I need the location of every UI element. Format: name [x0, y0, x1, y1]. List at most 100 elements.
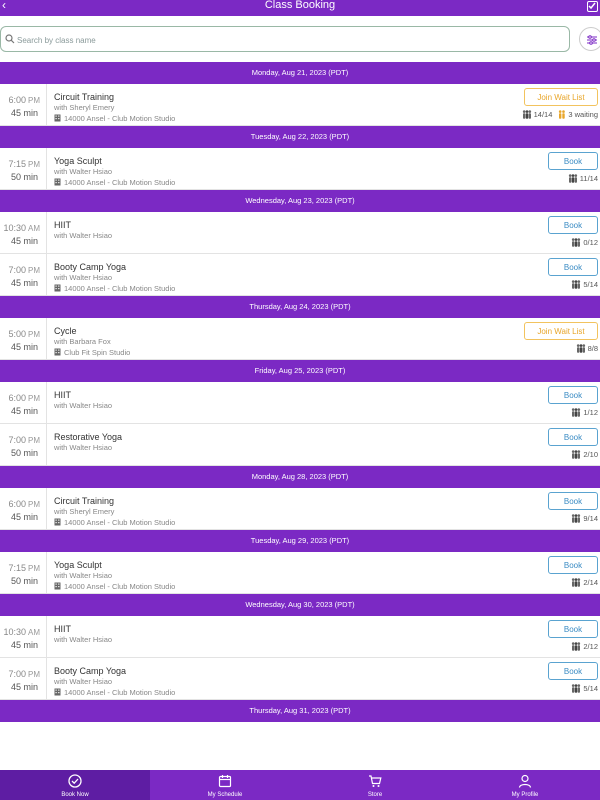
building-icon — [54, 582, 64, 591]
class-instructor: with Walter Hsiao — [54, 273, 113, 282]
class-location: 14000 Ansel - Club Motion Studio — [54, 283, 354, 294]
time-value: 7:15 — [8, 159, 26, 169]
location-text: 14000 Ansel - Club Motion Studio — [64, 518, 176, 527]
class-name[interactable]: HIIT — [54, 623, 354, 635]
time-ampm: AM — [28, 628, 40, 637]
class-time: 6:00 PM — [8, 393, 40, 403]
class-location: 14000 Ansel - Club Motion Studio — [54, 517, 354, 528]
capacity-count: 5/14 — [583, 684, 598, 693]
class-instructor: with Walter Hsiao — [54, 571, 113, 580]
join-waitlist-button[interactable]: Join Wait List — [524, 88, 598, 106]
class-duration: 45 min — [10, 108, 38, 118]
tab-store[interactable]: Store — [300, 770, 450, 800]
waiting-count: 3 waiting — [568, 110, 598, 119]
class-row[interactable]: 7:15 PM 50 min Yoga Sculpt with Walter Hsiao… — [0, 552, 600, 594]
class-info: Circuit Training with Sheryl Emery 14000 A… — [54, 495, 354, 528]
class-name[interactable]: Booty Camp Yoga — [54, 665, 354, 677]
class-location: Club Fit Spin Studio — [54, 347, 354, 358]
class-row[interactable]: 6:00 PM 45 min HIIT with Walter Hsiao Book 1/1… — [0, 382, 600, 424]
class-name[interactable]: Booty Camp Yoga — [54, 261, 354, 273]
tab-my-profile[interactable]: My Profile — [450, 770, 600, 800]
book-button[interactable]: Book — [548, 492, 598, 510]
building-icon — [54, 518, 64, 527]
class-name[interactable]: Circuit Training — [54, 91, 354, 103]
time-column: 10:30 AM 45 min — [0, 616, 47, 657]
class-instructor: with Walter Hsiao — [54, 635, 113, 644]
capacity-count: 9/14 — [583, 514, 598, 523]
people-icon — [571, 450, 583, 459]
people-icon — [522, 110, 534, 119]
book-button[interactable]: Book — [548, 216, 598, 234]
book-button[interactable]: Book — [548, 428, 598, 446]
class-row[interactable]: 6:00 PM 45 min Circuit Training with Sheryl … — [0, 84, 600, 126]
time-column: 6:00 PM 45 min — [0, 84, 47, 125]
class-instructor: with Sheryl Emery — [54, 103, 115, 112]
building-icon — [54, 114, 64, 123]
class-row[interactable]: 7:00 PM 50 min Restorative Yoga with Walter … — [0, 424, 600, 466]
class-name[interactable]: Restorative Yoga — [54, 431, 354, 443]
class-location: 14000 Ansel - Club Motion Studio — [54, 113, 354, 124]
capacity-stats: 2/12 — [571, 642, 598, 651]
class-info: HIIT with Walter Hsiao — [54, 623, 354, 645]
time-column: 5:00 PM 45 min — [0, 318, 47, 359]
location-text: 14000 Ansel - Club Motion Studio — [64, 114, 176, 123]
class-row[interactable]: 10:30 AM 45 min HIIT with Walter Hsiao Book 2/… — [0, 616, 600, 658]
capacity-count: 2/10 — [583, 450, 598, 459]
class-name[interactable]: Yoga Sculpt — [54, 559, 354, 571]
class-location: 14000 Ansel - Club Motion Studio — [54, 581, 354, 592]
building-icon — [54, 348, 64, 357]
class-name[interactable]: Yoga Sculpt — [54, 155, 354, 167]
tab-label: My Profile — [511, 792, 539, 798]
class-name[interactable]: Cycle — [54, 325, 354, 337]
book-button[interactable]: Book — [548, 620, 598, 638]
class-duration: 50 min — [10, 172, 38, 182]
search-field[interactable] — [0, 26, 570, 52]
tab-book-now[interactable]: Book Now — [0, 770, 150, 800]
day-header: Tuesday, Aug 22, 2023 (PDT) — [0, 126, 600, 148]
class-row[interactable]: 7:15 PM 50 min Yoga Sculpt with Walter Hsiao… — [0, 148, 600, 190]
checkbox-icon[interactable] — [587, 1, 598, 12]
class-duration: 45 min — [10, 640, 38, 650]
book-button[interactable]: Book — [548, 662, 598, 680]
class-time: 7:00 PM — [8, 265, 40, 275]
time-ampm: PM — [28, 330, 40, 339]
time-value: 7:15 — [8, 563, 26, 573]
class-info: Restorative Yoga with Walter Hsiao — [54, 431, 354, 453]
time-column: 7:00 PM 45 min — [0, 658, 47, 699]
class-row[interactable]: 5:00 PM 45 min Cycle with Barbara Fox Club Fi… — [0, 318, 600, 360]
class-info: Yoga Sculpt with Walter Hsiao 14000 Ansel … — [54, 559, 354, 592]
class-row[interactable]: 10:30 AM 45 min HIIT with Walter Hsiao Book 0/… — [0, 212, 600, 254]
building-icon — [54, 688, 64, 697]
time-value: 7:00 — [8, 435, 26, 445]
time-column: 7:15 PM 50 min — [0, 552, 47, 593]
tab-label: Store — [367, 792, 383, 798]
search-input[interactable] — [17, 32, 557, 48]
people-icon — [568, 174, 580, 183]
class-duration: 45 min — [10, 512, 38, 522]
day-header: Monday, Aug 21, 2023 (PDT) — [0, 62, 600, 84]
building-icon — [54, 284, 64, 293]
day-header: Thursday, Aug 24, 2023 (PDT) — [0, 296, 600, 318]
class-duration: 45 min — [10, 278, 38, 288]
class-name[interactable]: Circuit Training — [54, 495, 354, 507]
capacity-count: 5/14 — [583, 280, 598, 289]
class-row[interactable]: 6:00 PM 45 min Circuit Training with Sheryl … — [0, 488, 600, 530]
tab-my-schedule[interactable]: My Schedule — [150, 770, 300, 800]
join-waitlist-button[interactable]: Join Wait List — [524, 322, 598, 340]
class-list[interactable]: Monday, Aug 21, 2023 (PDT) 6:00 PM 45 min Ci… — [0, 62, 600, 770]
filter-button[interactable] — [579, 27, 600, 51]
time-ampm: PM — [28, 500, 40, 509]
class-info: Booty Camp Yoga with Walter Hsiao 14000 An… — [54, 261, 354, 294]
book-button[interactable]: Book — [548, 258, 598, 276]
class-name[interactable]: HIIT — [54, 389, 354, 401]
time-ampm: PM — [28, 564, 40, 573]
class-row[interactable]: 7:00 PM 45 min Booty Camp Yoga with Walter H… — [0, 254, 600, 296]
book-button[interactable]: Book — [548, 386, 598, 404]
class-name[interactable]: HIIT — [54, 219, 354, 231]
book-button[interactable]: Book — [548, 152, 598, 170]
day-header: Friday, Aug 25, 2023 (PDT) — [0, 360, 600, 382]
book-button[interactable]: Book — [548, 556, 598, 574]
class-info: Yoga Sculpt with Walter Hsiao 14000 Ansel … — [54, 155, 354, 188]
class-row[interactable]: 7:00 PM 45 min Booty Camp Yoga with Walter H… — [0, 658, 600, 700]
time-value: 7:00 — [8, 669, 26, 679]
